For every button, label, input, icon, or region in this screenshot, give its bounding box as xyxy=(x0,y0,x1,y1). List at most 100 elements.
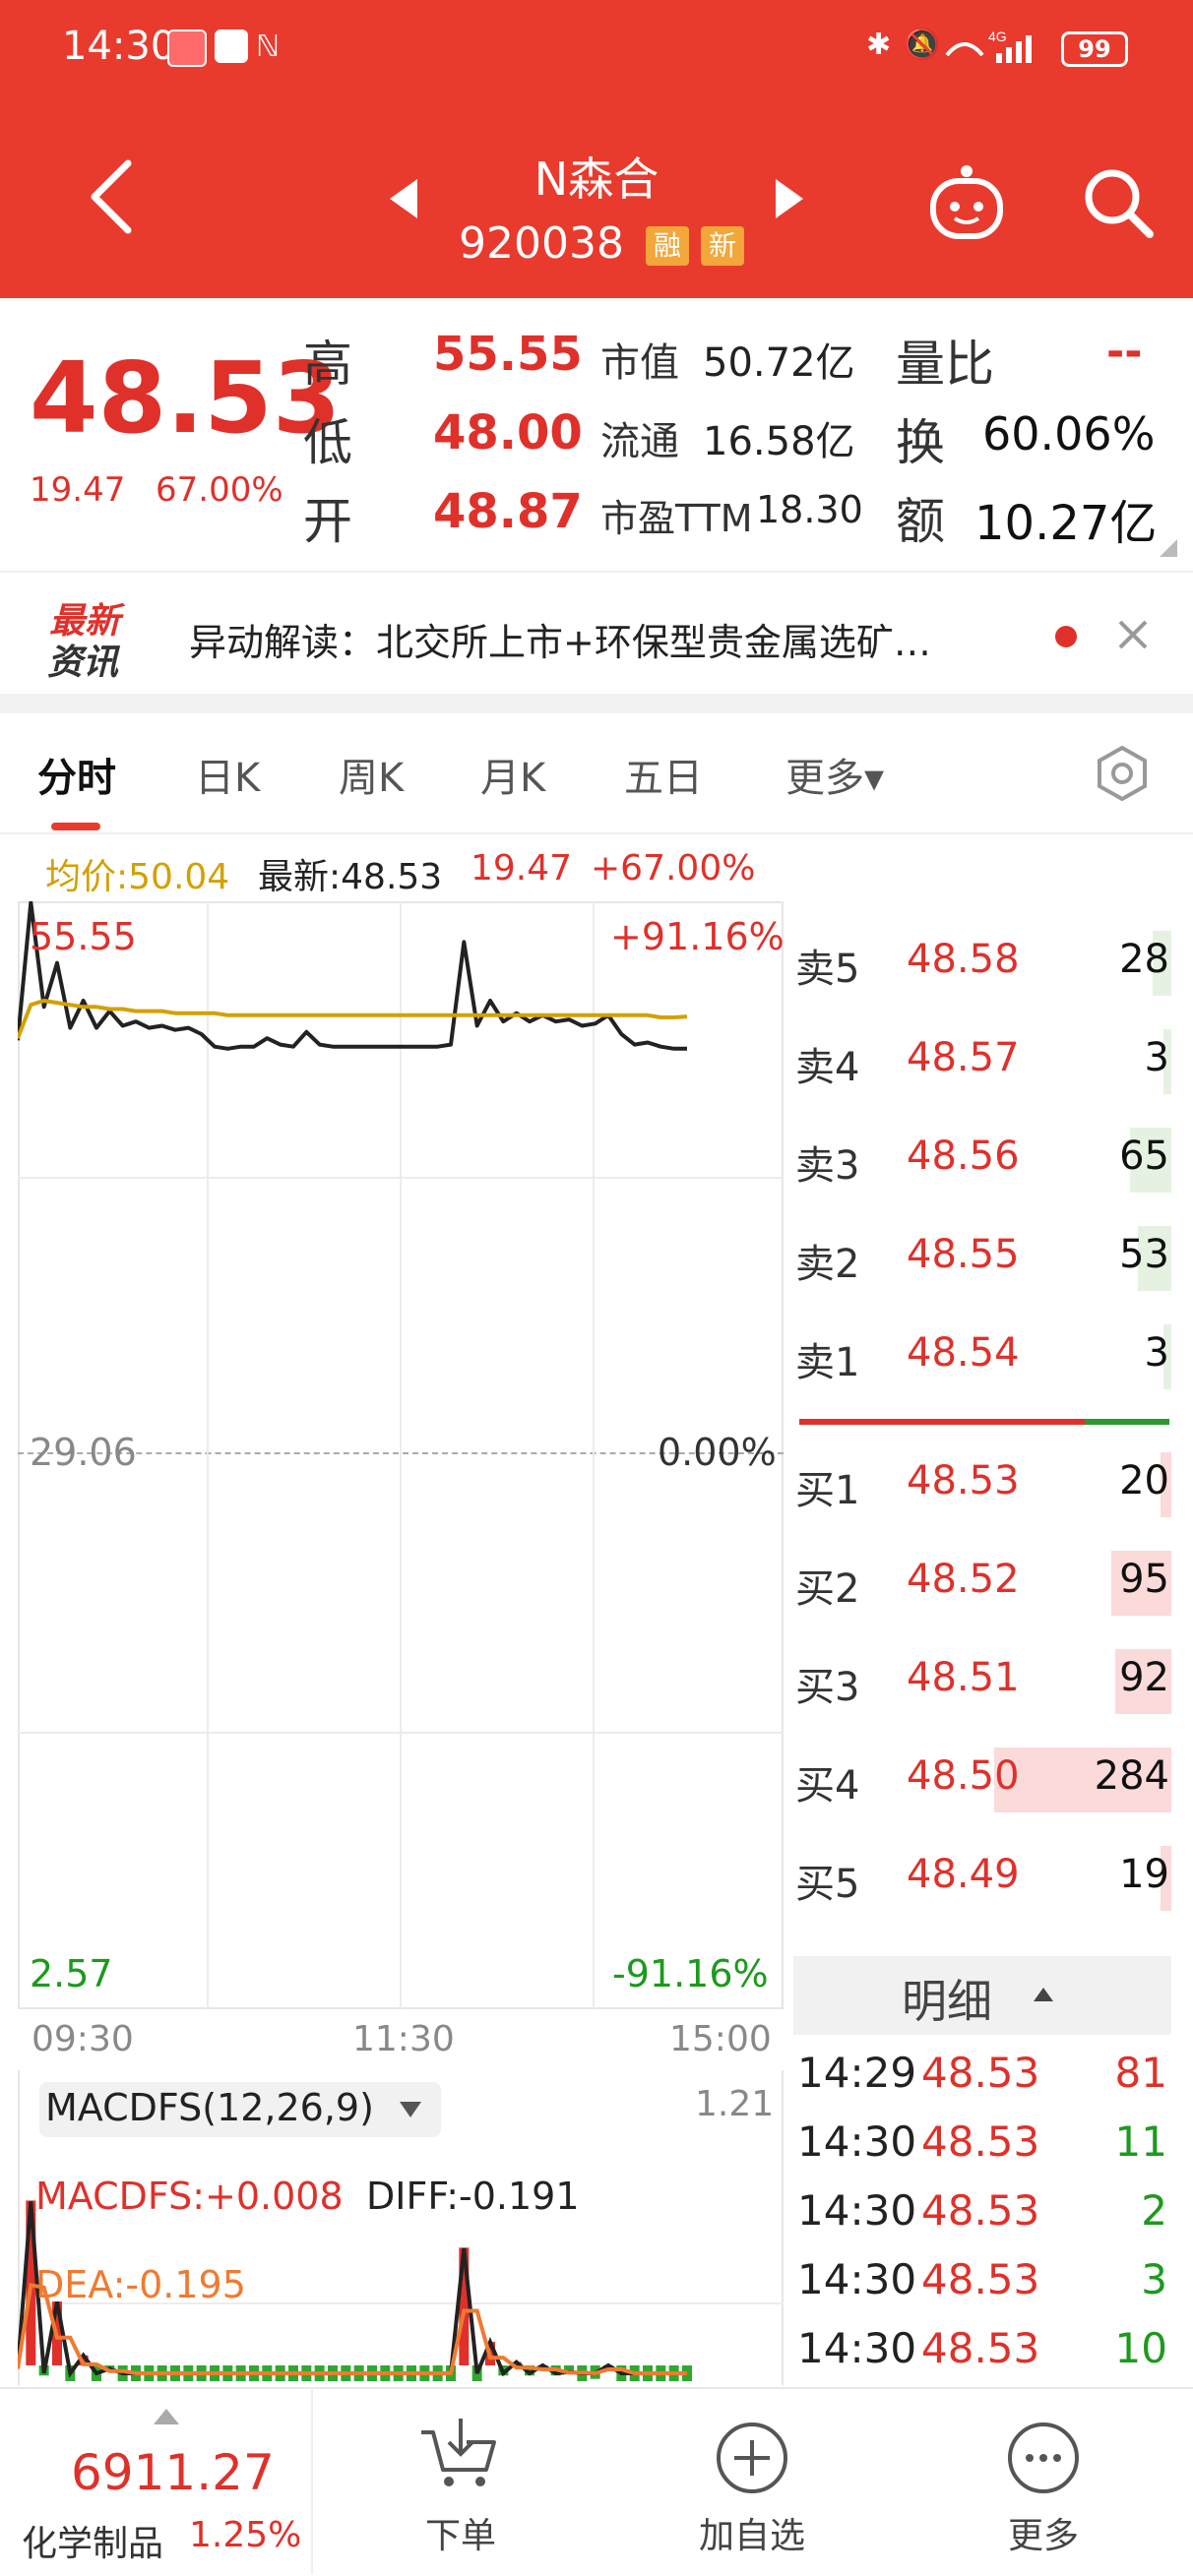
chart-change: 19.47 xyxy=(471,848,573,889)
signal-wifi-icon: 4G xyxy=(945,30,1032,63)
y-axis-mid: 29.06 xyxy=(30,1431,137,1474)
amount-value: 10.27亿 xyxy=(974,496,1158,551)
ask-row[interactable]: 卖1 48.54 3 xyxy=(795,1307,1171,1405)
x-axis-midday: 11:30 xyxy=(352,2019,455,2059)
order-button[interactable]: 下单 xyxy=(411,2507,510,2558)
tab-daily-k[interactable]: 日K xyxy=(195,746,260,803)
trade-price: 48.53 xyxy=(921,2049,1040,2097)
order-book: 卖5 48.58 28 卖4 48.57 3 卖3 48.56 65 卖2 48.55 53 卖1 48.… xyxy=(795,913,1171,1911)
turnover-label: 换 xyxy=(896,414,945,471)
index-pct: 1.25% xyxy=(189,2515,302,2555)
low-value: 48.00 xyxy=(433,405,583,460)
trade-volume: 2 xyxy=(1141,2186,1167,2235)
search-icon[interactable] xyxy=(1079,163,1158,242)
level-price: 48.54 xyxy=(907,1330,1020,1376)
index-name: 化学制品 xyxy=(22,2524,164,2564)
level-label: 买2 xyxy=(795,1566,860,1612)
level-volume: 53 xyxy=(1119,1232,1169,1277)
chart-change-pct: +67.00% xyxy=(591,848,756,889)
y-axis-mid-pct: 0.00% xyxy=(658,1431,777,1474)
bid-row[interactable]: 买2 48.52 95 xyxy=(795,1533,1171,1631)
ask-row[interactable]: 卖5 48.58 28 xyxy=(795,913,1171,1012)
tab-more[interactable]: 更多▾ xyxy=(785,746,884,803)
tab-intraday[interactable]: 分时 xyxy=(37,746,116,803)
latest-price-label: 最新:48.53 xyxy=(258,857,443,897)
pe-ttm-value: 18.30 xyxy=(756,488,863,531)
robot-assistant-icon[interactable] xyxy=(925,159,1008,242)
close-icon[interactable] xyxy=(1116,618,1150,651)
battery-indicator: 99 xyxy=(1061,31,1128,67)
x-axis-close: 15:00 xyxy=(669,2019,772,2059)
bid-row[interactable]: 买5 48.49 19 xyxy=(795,1828,1171,1927)
level-price: 48.56 xyxy=(907,1134,1020,1179)
level-price: 48.55 xyxy=(907,1232,1020,1277)
level-price: 48.49 xyxy=(907,1852,1020,1897)
level-volume: 95 xyxy=(1119,1557,1169,1602)
next-stock-arrow-icon[interactable] xyxy=(772,177,807,220)
avg-price-label: 均价:50.04 xyxy=(45,857,230,897)
settings-hexagon-icon[interactable] xyxy=(1093,744,1152,803)
tabs-divider xyxy=(0,832,1193,834)
cart-download-icon[interactable] xyxy=(415,2415,504,2493)
ask-row[interactable]: 卖4 48.57 3 xyxy=(795,1012,1171,1110)
level-volume: 284 xyxy=(1094,1753,1169,1799)
diff-value: DIFF:-0.191 xyxy=(366,2175,580,2218)
level-volume: 20 xyxy=(1119,1458,1169,1503)
tab-five-day[interactable]: 五日 xyxy=(624,746,703,803)
bid-row[interactable]: 买1 48.53 20 xyxy=(795,1435,1171,1533)
mute-icon: 🔕 xyxy=(904,28,941,62)
nfc-icon: ℕ xyxy=(256,30,281,64)
bid-row[interactable]: 买3 48.51 92 xyxy=(795,1631,1171,1730)
trade-row: 14:30 48.53 10 xyxy=(797,2316,1171,2385)
more-icon[interactable] xyxy=(1004,2419,1083,2497)
macd-top-value: 1.21 xyxy=(695,2084,775,2124)
more-button[interactable]: 更多 xyxy=(994,2507,1093,2558)
index-value[interactable]: 6911.27 xyxy=(71,2444,275,2501)
level-label: 买5 xyxy=(795,1862,860,1907)
open-label: 开 xyxy=(303,493,352,550)
bid-row[interactable]: 买4 48.50 284 xyxy=(795,1730,1171,1828)
level-price: 48.52 xyxy=(907,1557,1020,1602)
level-label: 买4 xyxy=(795,1763,860,1809)
add-watchlist-icon[interactable] xyxy=(713,2419,791,2497)
ask-row[interactable]: 卖3 48.56 65 xyxy=(795,1110,1171,1208)
tab-weekly-k[interactable]: 周K xyxy=(339,746,404,803)
stock-name: N森合 xyxy=(534,153,659,206)
level-label: 买3 xyxy=(795,1665,860,1710)
level-label: 卖2 xyxy=(795,1242,860,1287)
news-headline[interactable]: 异动解读：北交所上市+环保型贵金属选矿… xyxy=(189,612,931,666)
level-label: 卖1 xyxy=(795,1340,860,1385)
level-volume: 19 xyxy=(1119,1852,1169,1897)
y-axis-low-pct: -91.16% xyxy=(612,1952,769,1995)
macd-selector-label: MACDFS(12,26,9) xyxy=(45,2086,374,2129)
section-separator xyxy=(0,694,1193,713)
expand-up-icon[interactable] xyxy=(152,2405,181,2426)
y-axis-high: 55.55 xyxy=(30,915,137,958)
order-book-divider-green xyxy=(1085,1419,1169,1425)
trade-price: 48.53 xyxy=(921,2255,1040,2303)
svg-text:4G: 4G xyxy=(988,30,1007,44)
trade-volume: 11 xyxy=(1114,2117,1167,2166)
stock-code: 920038 xyxy=(459,218,624,269)
dropdown-caret-icon xyxy=(400,2102,421,2117)
level-price: 48.57 xyxy=(907,1035,1020,1080)
add-watchlist-button[interactable]: 加自选 xyxy=(693,2507,811,2558)
macdfs-value: MACDFS:+0.008 xyxy=(35,2175,344,2218)
unread-dot xyxy=(1055,626,1077,647)
high-value: 55.55 xyxy=(433,327,583,382)
level-label: 卖4 xyxy=(795,1045,860,1090)
level-label: 卖3 xyxy=(795,1143,860,1189)
current-price: 48.53 xyxy=(30,340,342,456)
trade-row: 14:30 48.53 3 xyxy=(797,2247,1171,2316)
level-price: 48.58 xyxy=(907,937,1020,982)
trade-time: 14:30 xyxy=(797,2255,917,2303)
news-logo-bottom: 资讯 xyxy=(47,643,119,683)
level-volume: 3 xyxy=(1144,1035,1169,1080)
tab-monthly-k[interactable]: 月K xyxy=(480,746,545,803)
expand-corner-icon[interactable] xyxy=(1158,537,1179,559)
new-tag: 新 xyxy=(701,226,745,266)
y-axis-high-pct: +91.16% xyxy=(610,915,785,958)
market-cap-value: 50.72亿 xyxy=(703,340,855,386)
ask-row[interactable]: 卖2 48.55 53 xyxy=(795,1208,1171,1307)
trade-time: 14:30 xyxy=(797,2324,917,2372)
